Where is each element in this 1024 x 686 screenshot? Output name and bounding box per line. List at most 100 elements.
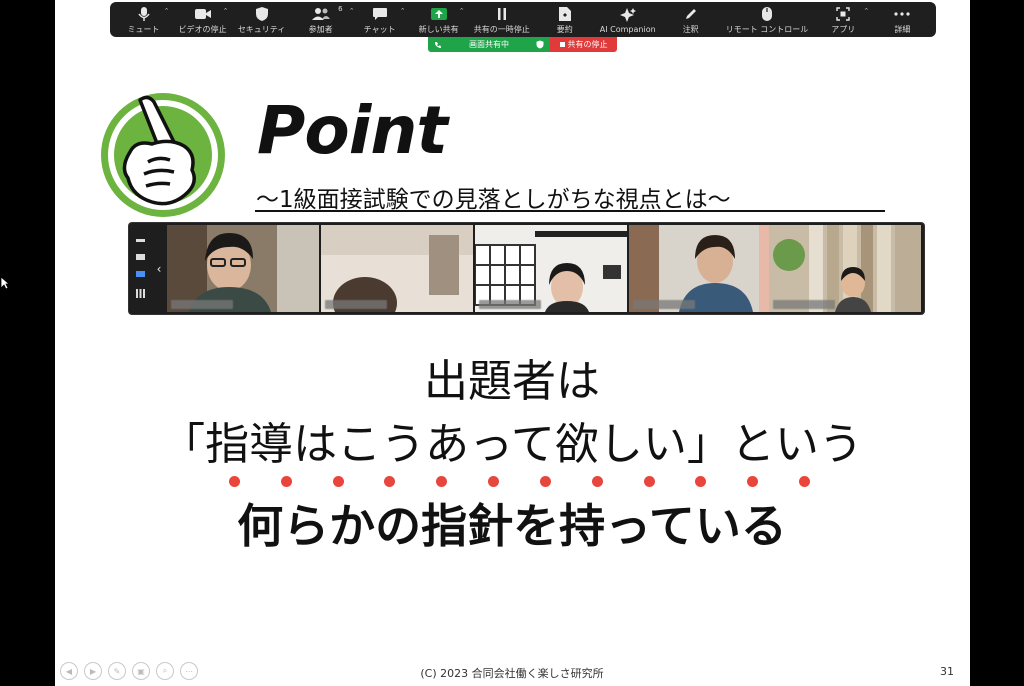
slide-page-number: 31 [940,665,954,678]
chevron-up-icon[interactable]: ⌃ [863,7,869,15]
mute-button[interactable]: ミュート ⌃ [120,3,170,36]
mouse-icon [761,6,772,21]
security-button[interactable]: セキュリティ [238,3,286,36]
annotate-label: 注釈 [682,24,699,34]
participant-video [167,225,319,312]
stop-share-button[interactable]: 共有の停止 [550,37,617,52]
participant-video-tile[interactable] [629,225,781,312]
security-label: セキュリティ [237,24,286,34]
participant-video-tile[interactable] [167,225,319,312]
participant-video-strip: ‹ [129,223,924,314]
summary-button[interactable]: 要約 [541,3,589,36]
ai-companion-label: AI Companion [599,24,656,34]
pause-icon [497,7,506,20]
annotate-button[interactable]: 注釈 [667,3,715,36]
more-button[interactable]: 詳細 [878,3,926,36]
more-label: 詳細 [894,24,911,34]
apps-label: アプリ [831,24,856,34]
emphasis-dots [229,476,810,488]
chevron-up-icon[interactable]: ⌃ [400,7,406,15]
participant-video [321,225,473,312]
pointing-hand-logo [101,93,225,217]
slide-footer-copyright: (C) 2023 合同会社働く楽しさ研究所 [420,667,604,680]
video-camera-icon [194,8,211,19]
pause-share-button[interactable]: 共有の一時停止 [474,3,530,36]
mouse-cursor-icon [0,276,10,290]
single-view-icon[interactable] [135,253,145,260]
gallery-view-icon[interactable] [135,289,145,299]
mute-label: ミュート [127,24,160,34]
chat-label: チャット [363,24,396,34]
subheading-underline [255,210,885,212]
emphasis-dot [591,476,603,487]
stop-video-button[interactable]: ビデオの停止 ⌃ [178,3,229,36]
emphasis-dot [488,476,500,487]
participants-button[interactable]: 参加者 6 ⌃ [297,3,355,36]
zoom-meeting-toolbar: ミュート ⌃ ビデオの停止 ⌃ セキュリティ 参加者 6 ⌃ チャット ⌃ 新し… [110,2,936,37]
emphasis-dot [799,476,810,487]
emphasis-dot [280,476,292,487]
participants-label: 参加者 [308,24,333,34]
stop-video-label: ビデオの停止 [178,24,227,34]
emphasis-dot [643,476,655,487]
chevron-up-icon[interactable]: ⌃ [459,7,465,15]
new-share-label: 新しい共有 [418,24,459,34]
participants-icon [311,7,330,20]
stop-square-icon [559,42,565,47]
microphone-icon [137,6,150,21]
emphasis-dot [436,476,448,487]
participant-count-badge: 6 [338,5,343,13]
point-heading: Point [257,92,448,169]
point-subheading: ～1級面接試験での見落としがちな視点とは～ [256,187,731,213]
chevron-left-icon[interactable]: ‹ [151,223,167,314]
emphasis-dot [695,476,707,487]
emphasis-dot [747,476,759,487]
participant-name-label [479,300,541,309]
apps-button[interactable]: アプリ ⌃ [819,3,869,36]
remote-control-label: リモート コントロール [725,24,809,34]
chevron-up-icon[interactable]: ⌃ [164,7,170,15]
phone-icon [435,41,441,48]
participant-name-label [325,300,387,309]
slide-text-line-1: 出題者は [424,356,600,407]
chevron-up-icon[interactable]: ⌃ [349,7,355,15]
participant-video-tile[interactable] [475,225,627,312]
participant-video-tile[interactable] [321,225,473,312]
emphasis-dot [332,476,344,487]
participant-name-label [633,300,695,309]
emphasis-dot [229,476,240,487]
emphasis-dot [384,476,396,487]
stop-share-label: 共有の停止 [567,40,608,49]
participant-name-label [773,300,835,309]
emphasis-dot [539,476,551,487]
chat-button[interactable]: チャット ⌃ [356,3,406,36]
strip-view-icon[interactable] [135,271,145,278]
chevron-up-icon[interactable]: ⌃ [223,7,229,15]
shield-icon [255,6,268,21]
pencil-icon [685,8,696,19]
sharing-indicator[interactable]: 画面共有中 [428,37,550,52]
summary-document-icon [558,6,571,21]
participant-video-tile[interactable] [769,225,921,312]
pause-share-label: 共有の一時停止 [473,24,530,34]
summary-label: 要約 [556,24,573,34]
remote-control-button[interactable]: リモート コントロール [725,3,809,36]
more-dots-icon [894,11,910,16]
video-layout-controls [129,223,151,314]
participant-video [629,225,781,312]
new-share-button[interactable]: 新しい共有 ⌃ [415,3,465,36]
sparkle-icon [619,7,636,22]
minimize-icon[interactable] [135,238,145,242]
participant-video [475,225,627,312]
screen-share-status-bar: 画面共有中 共有の停止 [428,37,617,52]
participant-video [769,225,921,312]
participant-name-label [171,300,233,309]
slide-text-line-2: 「指導はこうあって欲しい」という [161,419,863,470]
ai-companion-button[interactable]: AI Companion [600,3,656,36]
shield-icon [536,40,544,49]
apps-icon [836,6,850,21]
share-screen-icon [430,7,447,20]
slide-text-line-3-emphasis: 何らかの指針を持っている [237,499,787,553]
chat-bubble-icon [372,7,387,20]
sharing-label: 画面共有中 [469,40,509,49]
